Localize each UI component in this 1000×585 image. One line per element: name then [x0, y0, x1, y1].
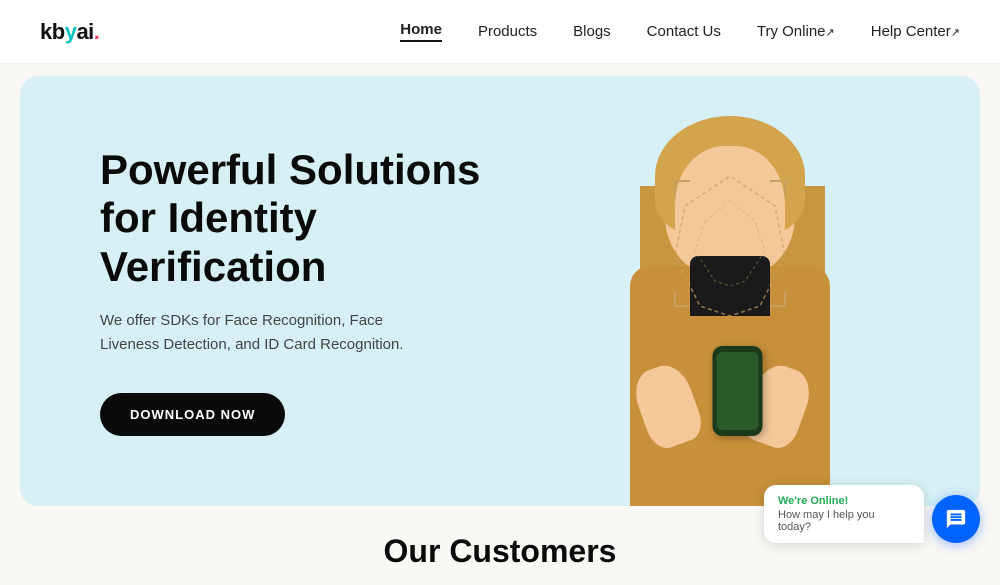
- hero-section: Powerful Solutions for Identity Verifica…: [20, 76, 980, 506]
- nav-home[interactable]: Home: [400, 21, 442, 42]
- person-body: [600, 126, 860, 506]
- hero-title: Powerful Solutions for Identity Verifica…: [100, 146, 520, 291]
- nav-products[interactable]: Products: [478, 23, 537, 40]
- nav: Home Products Blogs Contact Us Try Onlin…: [400, 21, 960, 42]
- person-illustration: [540, 91, 920, 506]
- download-now-button[interactable]: DOWNLOAD NOW: [100, 393, 285, 436]
- turtleneck: [690, 256, 770, 316]
- hero-content: Powerful Solutions for Identity Verifica…: [20, 146, 520, 436]
- chat-widget: We're Online! How may I help you today?: [764, 485, 980, 543]
- logo-kb: kbyai.: [40, 19, 99, 44]
- logo[interactable]: kbyai.: [40, 19, 99, 45]
- chat-online-status: We're Online!: [778, 495, 910, 507]
- chat-help-text: How may I help you today?: [778, 509, 910, 533]
- nav-help-center[interactable]: Help Center: [871, 23, 960, 40]
- phone: [713, 346, 763, 436]
- chat-bubble: We're Online! How may I help you today?: [764, 485, 924, 543]
- hero-image: [500, 76, 960, 506]
- phone-screen: [717, 352, 759, 430]
- hero-subtitle: We offer SDKs for Face Recognition, Face…: [100, 309, 420, 357]
- nav-blogs[interactable]: Blogs: [573, 23, 611, 40]
- our-customers-title: Our Customers: [384, 533, 617, 570]
- chat-icon: [945, 508, 967, 530]
- nav-contact[interactable]: Contact Us: [647, 23, 721, 40]
- header: kbyai. Home Products Blogs Contact Us Tr…: [0, 0, 1000, 64]
- chat-open-button[interactable]: [932, 495, 980, 543]
- nav-try-online[interactable]: Try Online: [757, 23, 835, 40]
